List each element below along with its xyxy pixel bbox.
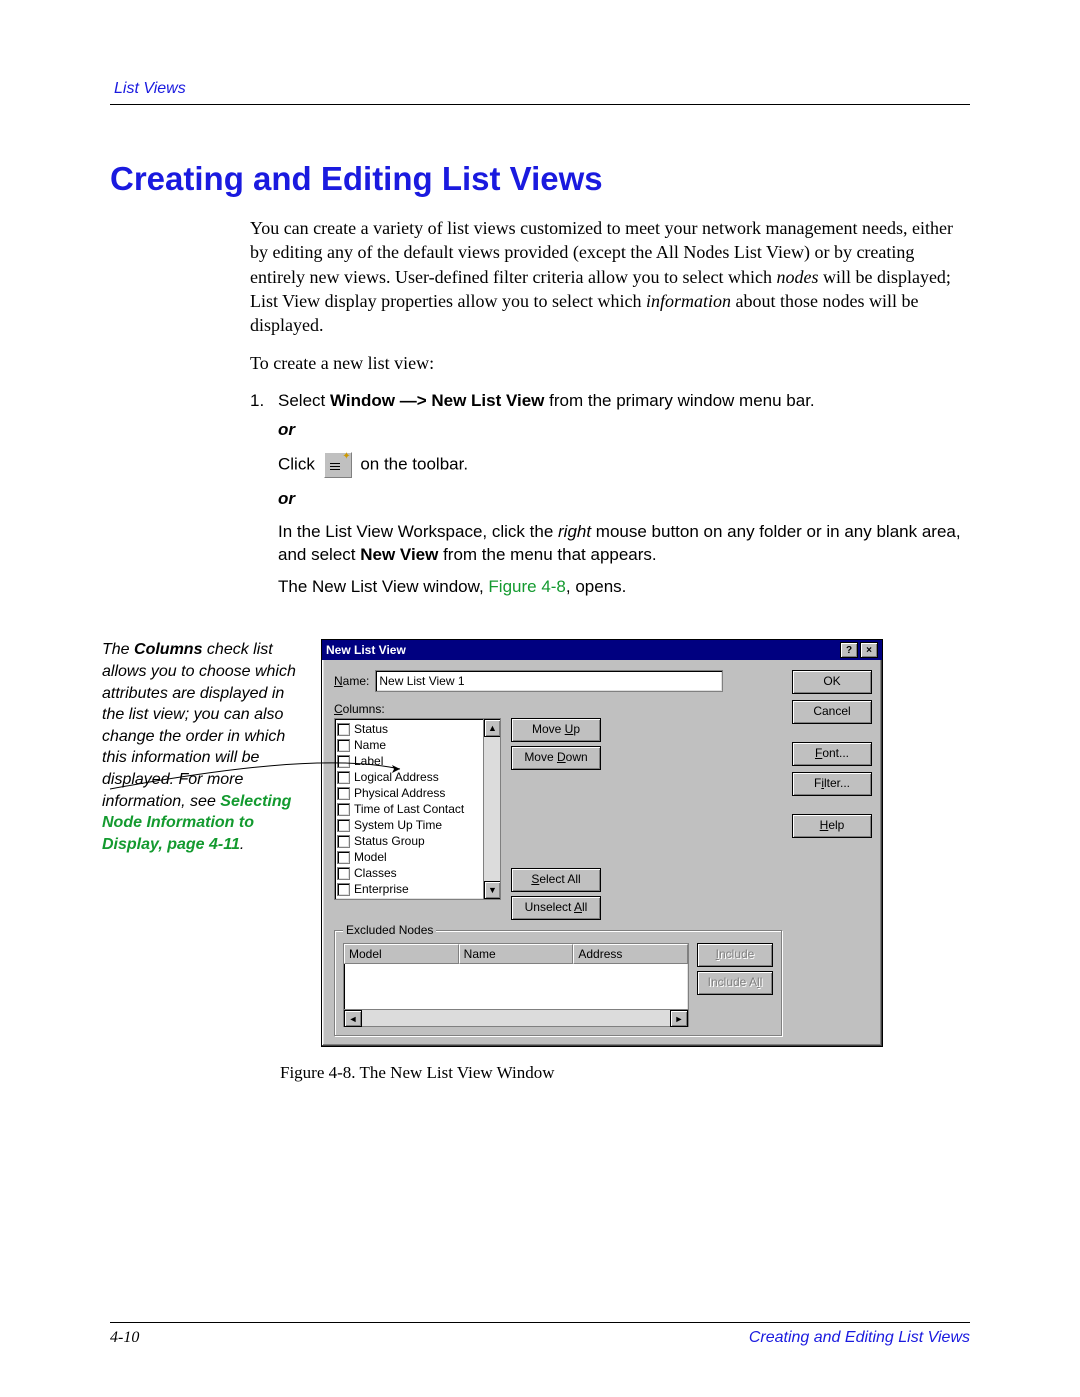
unselect-all-button[interactable]: Unselect All	[511, 896, 601, 920]
table-hscroll[interactable]: ◄ ►	[344, 1009, 688, 1026]
step-1: 1. Select Window —> New List View from t…	[250, 390, 970, 413]
checkbox-icon[interactable]	[337, 787, 350, 800]
opens-line: The New List View window, Figure 4-8, op…	[278, 576, 970, 599]
list-item[interactable]: System Up Time	[337, 817, 498, 833]
footer-title: Creating and Editing List Views	[749, 1329, 970, 1347]
excluded-nodes-group: Excluded Nodes Model Name Address ◄	[334, 930, 782, 1036]
header-section: List Views	[114, 80, 186, 98]
filter-button[interactable]: Filter...	[792, 772, 872, 796]
move-up-button[interactable]: Move Up	[511, 718, 601, 742]
listbox-scrollbar[interactable]: ▲ ▼	[483, 719, 500, 899]
scroll-left-icon[interactable]: ◄	[344, 1010, 362, 1027]
checkbox-icon[interactable]	[337, 771, 350, 784]
dialog-titlebar: New List View ? ×	[322, 640, 882, 660]
name-input[interactable]	[375, 670, 723, 692]
to-create-line: To create a new list view:	[250, 351, 970, 375]
new-list-view-dialog: New List View ? × Name: Columns: Status	[321, 639, 883, 1047]
list-item[interactable]: Classes	[337, 865, 498, 881]
ok-button[interactable]: OK	[792, 670, 872, 694]
click-toolbar-line: Click on the toolbar.	[278, 452, 970, 478]
header-rule	[110, 104, 970, 105]
list-item[interactable]: Status Group	[337, 833, 498, 849]
new-list-view-toolbar-icon	[324, 452, 352, 478]
help-titlebar-button[interactable]: ?	[840, 642, 858, 658]
close-titlebar-button[interactable]: ×	[860, 642, 878, 658]
or-label-2: or	[278, 488, 970, 511]
cancel-button[interactable]: Cancel	[792, 700, 872, 724]
page-title: Creating and Editing List Views	[110, 160, 970, 198]
figure-caption: Figure 4-8. The New List View Window	[280, 1063, 970, 1083]
columns-listbox[interactable]: Status Name Label Logical Address Physic…	[334, 718, 501, 900]
list-item[interactable]: Model	[337, 849, 498, 865]
dialog-title-text: New List View	[326, 643, 406, 657]
checkbox-icon[interactable]	[337, 819, 350, 832]
checkbox-icon[interactable]	[337, 723, 350, 736]
list-item[interactable]: Label	[337, 753, 498, 769]
list-item[interactable]: Topologies	[337, 897, 498, 900]
excluded-legend: Excluded Nodes	[343, 923, 436, 937]
col-model[interactable]: Model	[344, 944, 459, 964]
page-footer: 4-10 Creating and Editing List Views	[110, 1322, 970, 1347]
step-text: Select Window —> New List View from the …	[278, 390, 970, 413]
list-item[interactable]: Time of Last Contact	[337, 801, 498, 817]
scroll-up-icon[interactable]: ▲	[484, 719, 501, 737]
margin-note: The Columns check list allows you to cho…	[102, 639, 307, 855]
include-all-button[interactable]: Include All	[697, 971, 773, 995]
step-number: 1.	[250, 390, 278, 413]
intro-paragraph: You can create a variety of list views c…	[250, 216, 970, 337]
move-down-button[interactable]: Move Down	[511, 746, 601, 770]
or-label-1: or	[278, 419, 970, 442]
scroll-right-icon[interactable]: ►	[670, 1010, 688, 1027]
workspace-line: In the List View Workspace, click the ri…	[278, 521, 970, 567]
checkbox-icon[interactable]	[337, 883, 350, 896]
list-item[interactable]: Physical Address	[337, 785, 498, 801]
list-item[interactable]: Status	[337, 721, 498, 737]
columns-label: Columns:	[334, 702, 782, 716]
excluded-table[interactable]: Model Name Address ◄ ►	[343, 943, 689, 1027]
checkbox-icon[interactable]	[337, 755, 350, 768]
list-item[interactable]: Enterprise	[337, 881, 498, 897]
col-name[interactable]: Name	[459, 944, 574, 964]
checkbox-icon[interactable]	[337, 867, 350, 880]
font-button[interactable]: Font...	[792, 742, 872, 766]
name-label: Name:	[334, 674, 369, 688]
checkbox-icon[interactable]	[337, 851, 350, 864]
list-item[interactable]: Name	[337, 737, 498, 753]
checkbox-icon[interactable]	[337, 739, 350, 752]
page- -number: 4-10	[110, 1329, 139, 1347]
list-item[interactable]: Logical Address	[337, 769, 498, 785]
checkbox-icon[interactable]	[337, 835, 350, 848]
checkbox-icon[interactable]	[337, 803, 350, 816]
figure-ref-link[interactable]: Figure 4-8	[488, 577, 565, 596]
scroll-down-icon[interactable]: ▼	[484, 881, 501, 899]
include-button[interactable]: Include	[697, 943, 773, 967]
help-button[interactable]: Help	[792, 814, 872, 838]
select-all-button[interactable]: Select All	[511, 868, 601, 892]
col-address[interactable]: Address	[573, 944, 688, 964]
checkbox-icon[interactable]	[337, 899, 350, 901]
